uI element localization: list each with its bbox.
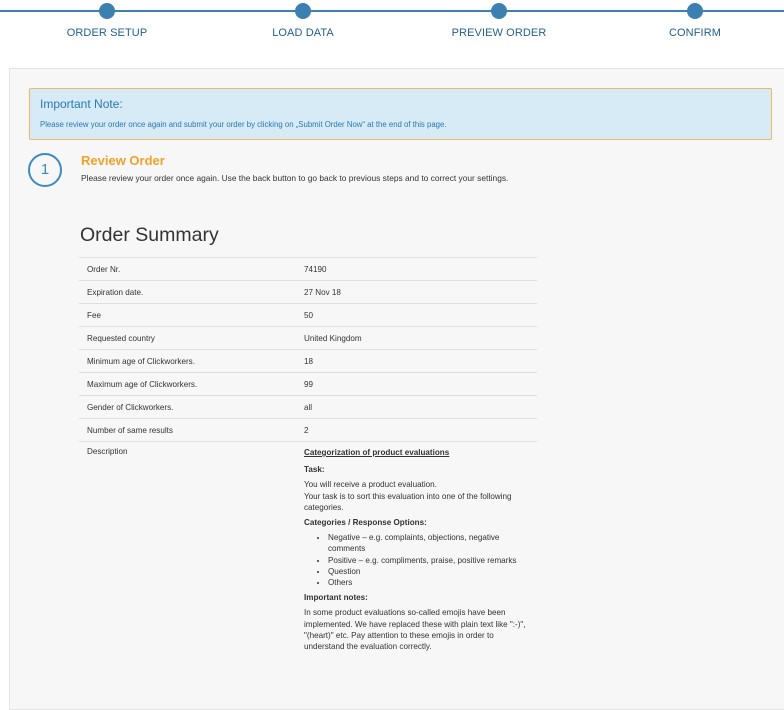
step-dot (687, 3, 703, 19)
step-dot (491, 3, 507, 19)
notes-text: In some product evaluations so-called em… (304, 608, 526, 652)
step-label: PREVIEW ORDER (451, 27, 547, 39)
row-label: Description (79, 441, 304, 657)
step-load-data[interactable]: LOAD DATA (228, 0, 378, 39)
table-row: Requested country United Kingdom (79, 326, 537, 350)
note-title: Important Note: (40, 97, 123, 111)
task-line-1: You will receive a product evaluation. (304, 480, 437, 490)
step-order-setup[interactable]: ORDER SETUP (32, 0, 182, 39)
step-confirm[interactable]: CONFIRM (620, 0, 770, 39)
review-order-title: Review Order (81, 153, 165, 168)
categories-title: Categories / Response Options: (304, 518, 427, 528)
row-value: 99 (304, 372, 537, 396)
table-row: Minimum age of Clickworkers. 18 (79, 349, 537, 373)
row-value: 18 (304, 349, 537, 373)
important-note-box: Important Note: Please review your order… (29, 88, 772, 140)
notes-title: Important notes: (304, 593, 368, 603)
list-item: Others (328, 577, 529, 588)
note-text: Please review your order once again and … (40, 120, 447, 129)
row-label: Number of same results (79, 418, 304, 442)
row-label: Order Nr. (79, 257, 304, 281)
step-number-badge: 1 (28, 153, 62, 187)
row-value: all (304, 395, 537, 419)
row-value: United Kingdom (304, 326, 537, 350)
description-cell: Categorization of product evaluations Ta… (304, 441, 537, 657)
row-label: Maximum age of Clickworkers. (79, 372, 304, 396)
step-label: CONFIRM (668, 27, 722, 39)
progress-stepper: ORDER SETUP LOAD DATA PREVIEW ORDER CONF… (0, 0, 784, 60)
table-row: Gender of Clickworkers. all (79, 395, 537, 419)
table-row: Maximum age of Clickworkers. 99 (79, 372, 537, 396)
step-label: LOAD DATA (272, 27, 334, 39)
row-value: 74190 (304, 257, 537, 281)
row-value: 2 (304, 418, 537, 442)
list-item: Positive – e.g. compliments, praise, pos… (328, 555, 529, 566)
table-row: Number of same results 2 (79, 418, 537, 442)
row-value: 50 (304, 303, 537, 327)
step-preview-order[interactable]: PREVIEW ORDER (424, 0, 574, 39)
step-dot (99, 3, 115, 19)
step-dot (295, 3, 311, 19)
categories-list: Negative – e.g. complaints, objections, … (304, 532, 529, 588)
row-label: Minimum age of Clickworkers. (79, 349, 304, 373)
table-row: Order Nr. 74190 (79, 257, 537, 281)
description-heading: Categorization of product evaluations (304, 448, 450, 457)
table-row-description: Description Categorization of product ev… (79, 441, 537, 657)
row-label: Fee (79, 303, 304, 327)
task-line-2: Your task is to sort this evaluation int… (304, 491, 512, 512)
order-summary-table: Order Nr. 74190 Expiration date. 27 Nov … (79, 257, 537, 657)
list-item: Negative – e.g. complaints, objections, … (328, 532, 529, 554)
list-item: Question (328, 566, 529, 577)
step-label: ORDER SETUP (66, 27, 148, 39)
row-value: 27 Nov 18 (304, 280, 537, 304)
row-label: Gender of Clickworkers. (79, 395, 304, 419)
task-description: Categorization of product evaluations Ta… (304, 447, 529, 652)
order-summary-title: Order Summary (80, 224, 219, 246)
table-row: Fee 50 (79, 303, 537, 327)
row-label: Expiration date. (79, 280, 304, 304)
task-title: Task: (304, 465, 325, 475)
row-label: Requested country (79, 326, 304, 350)
task-text: You will receive a product evaluation. Y… (304, 479, 529, 513)
table-row: Expiration date. 27 Nov 18 (79, 280, 537, 304)
review-order-description: Please review your order once again. Use… (81, 173, 509, 183)
